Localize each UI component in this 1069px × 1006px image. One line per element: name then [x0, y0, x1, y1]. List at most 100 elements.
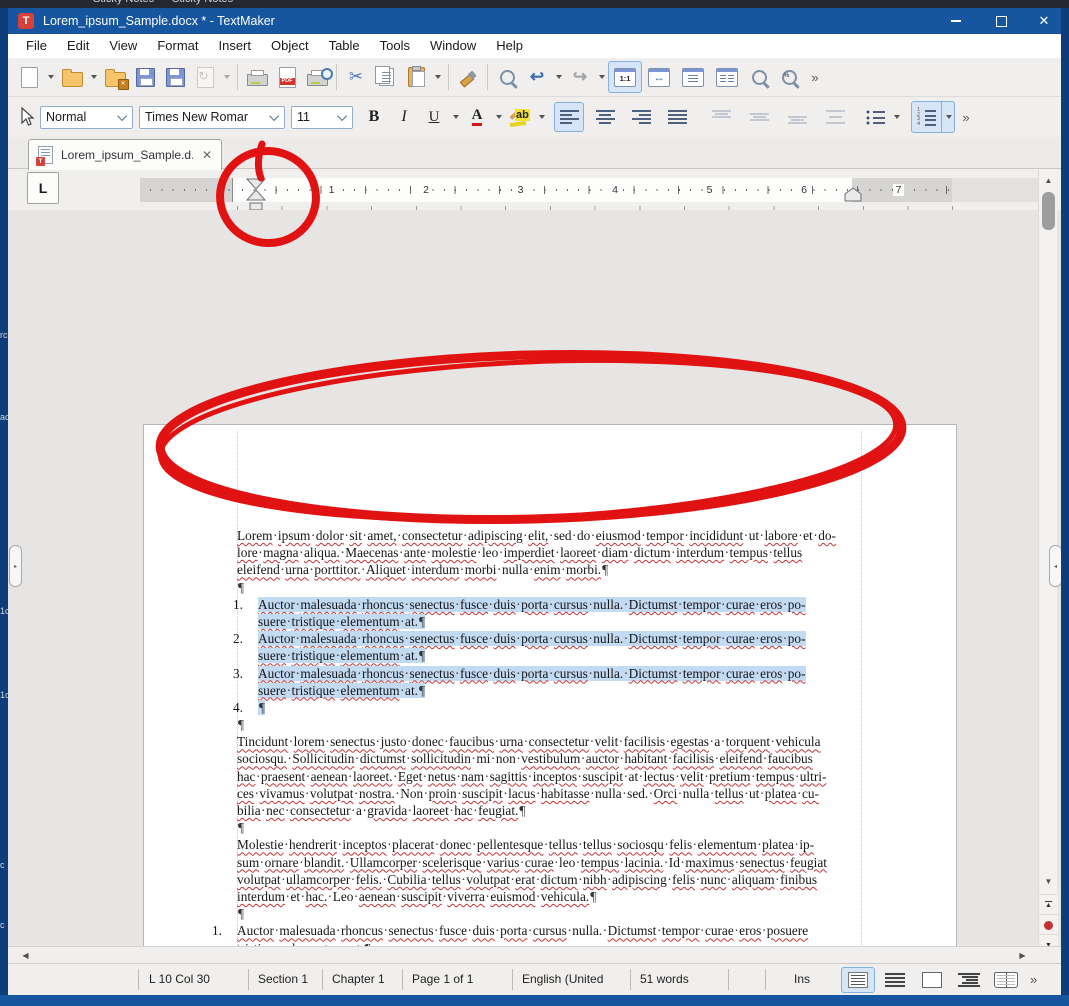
undo-button[interactable]: ↩	[522, 62, 552, 92]
status-language[interactable]: English (United	[522, 972, 603, 986]
background-app-label: Sticky Notes	[172, 0, 233, 5]
bullet-list-dropdown[interactable]	[890, 102, 903, 132]
font-color-icon: A	[472, 108, 483, 126]
print-icon	[247, 74, 268, 86]
horizontal-scrollbar[interactable]: ◀ ▶	[8, 946, 1061, 963]
print-preview-button[interactable]	[302, 62, 332, 92]
fit-width-button[interactable]: ↔	[642, 62, 676, 92]
menu-item-format[interactable]: Format	[147, 34, 208, 58]
tab-close-icon[interactable]: ✕	[202, 148, 212, 162]
status-word-count[interactable]: 51 words	[640, 972, 689, 986]
italic-button[interactable]: I	[389, 102, 419, 132]
menu-item-object[interactable]: Object	[261, 34, 319, 58]
paste-button[interactable]	[401, 62, 431, 92]
font-name-select[interactable]: Times New Romar	[139, 106, 285, 129]
status-line-col[interactable]: L 10 Col 30	[149, 972, 210, 986]
save-all-button[interactable]	[160, 62, 190, 92]
format-paintbrush-button[interactable]	[453, 62, 483, 92]
background-taskbar: Sticky NotesSticky Notes	[0, 0, 1069, 8]
fullscreen-view-button[interactable]	[915, 967, 949, 993]
font-color-button[interactable]: A	[462, 102, 492, 132]
one-page-button[interactable]	[676, 62, 710, 92]
scrollbar-thumb[interactable]	[1042, 192, 1055, 230]
vertical-align-justify-button	[820, 102, 850, 132]
scroll-left-icon[interactable]: ◀	[16, 947, 35, 963]
menu-item-tools[interactable]: Tools	[370, 34, 420, 58]
status-overflow-button[interactable]: »	[1030, 972, 1037, 987]
bullet-list-button[interactable]	[860, 102, 890, 132]
menu-item-insert[interactable]: Insert	[208, 34, 261, 58]
two-pages-button[interactable]	[710, 62, 744, 92]
highlight-button[interactable]: ab	[505, 102, 535, 132]
close-button[interactable]: ✕	[1027, 8, 1061, 34]
right-margin-marker[interactable]	[844, 187, 862, 203]
tab-stop-type-button[interactable]: L	[27, 172, 59, 204]
open-dropdown[interactable]	[87, 62, 100, 92]
outline-view-button[interactable]	[952, 967, 986, 993]
scroll-down-icon[interactable]: ▼	[1039, 873, 1058, 890]
format-toolbar-overflow-button[interactable]: »	[955, 102, 977, 132]
menu-item-edit[interactable]: Edit	[57, 34, 99, 58]
menu-item-help[interactable]: Help	[486, 34, 533, 58]
document-text[interactable]: Lorem·ipsum·dolor·sit·amet,·consectetur·…	[237, 527, 877, 995]
undo-dropdown[interactable]	[552, 62, 565, 92]
numbered-list-dropdown[interactable]	[941, 101, 955, 133]
menu-item-table[interactable]: Table	[319, 34, 370, 58]
scroll-up-icon[interactable]: ▲	[1039, 172, 1058, 189]
redo-dropdown[interactable]	[595, 62, 608, 92]
browse-previous-button[interactable]: ▲	[1039, 894, 1058, 915]
zoom-100-button[interactable]: 1:1	[608, 61, 642, 93]
status-insert-mode[interactable]: Ins	[794, 972, 810, 986]
highlight-dropdown[interactable]	[535, 102, 548, 132]
paste-dropdown[interactable]	[431, 62, 444, 92]
align-left-button[interactable]	[554, 102, 584, 132]
underline-button[interactable]: U	[419, 102, 449, 132]
scroll-right-icon[interactable]: ▶	[1013, 947, 1032, 963]
maximize-button[interactable]	[984, 8, 1018, 34]
align-center-button[interactable]	[590, 102, 620, 132]
font-color-dropdown[interactable]	[492, 102, 505, 132]
menu-item-window[interactable]: Window	[420, 34, 486, 58]
status-chapter[interactable]: Chapter 1	[332, 972, 385, 986]
align-justify-button[interactable]	[662, 102, 692, 132]
cut-button[interactable]: ✂	[341, 62, 371, 92]
menu-item-file[interactable]: File	[16, 34, 57, 58]
numbered-list-button[interactable]	[911, 102, 941, 132]
document-icon	[38, 146, 53, 164]
print-button[interactable]	[242, 62, 272, 92]
copy-button[interactable]	[371, 62, 401, 92]
book-view-button[interactable]	[989, 967, 1023, 993]
right-panel-handle[interactable]: ◂	[1049, 545, 1061, 587]
document-tab[interactable]: Lorem_ipsum_Sample.d... ✕	[28, 139, 222, 170]
zoom-button[interactable]	[744, 62, 774, 92]
textmaker-app-icon: T	[18, 13, 34, 29]
align-right-button[interactable]	[626, 102, 656, 132]
underline-dropdown[interactable]	[449, 102, 462, 132]
new-document-button[interactable]	[14, 62, 44, 92]
paragraph-style-select[interactable]: Normal	[40, 106, 133, 129]
valign-top-icon	[712, 109, 731, 125]
continuous-view-button[interactable]	[878, 967, 912, 993]
font-size-select[interactable]: 11	[291, 106, 353, 129]
open-button[interactable]	[57, 62, 87, 92]
status-section[interactable]: Section 1	[258, 972, 308, 986]
toolbar-overflow-button[interactable]: »	[804, 62, 826, 92]
redo-button[interactable]: ↪	[565, 62, 595, 92]
browse-select-button[interactable]	[1039, 914, 1058, 935]
object-mode-button[interactable]	[14, 102, 40, 132]
search-button[interactable]	[492, 62, 522, 92]
page-view-button[interactable]	[841, 967, 875, 993]
menu-item-view[interactable]: View	[99, 34, 147, 58]
new-document-dropdown[interactable]	[44, 62, 57, 92]
save-button[interactable]	[130, 62, 160, 92]
left-panel-handle[interactable]: ▸	[9, 545, 22, 587]
bold-button[interactable]: B	[359, 102, 389, 132]
close-file-button[interactable]	[100, 62, 130, 92]
status-page[interactable]: Page 1 of 1	[412, 972, 473, 986]
zoom-level-button[interactable]: %	[774, 62, 804, 92]
export-pdf-button[interactable]	[272, 62, 302, 92]
list-item-line: 1.Auctor·malesuada·rhoncus·senectus·fusc…	[237, 596, 877, 613]
minimize-button[interactable]	[939, 8, 973, 34]
list-number: 4.	[233, 699, 255, 716]
magnifier-percent-icon: %	[782, 70, 797, 85]
